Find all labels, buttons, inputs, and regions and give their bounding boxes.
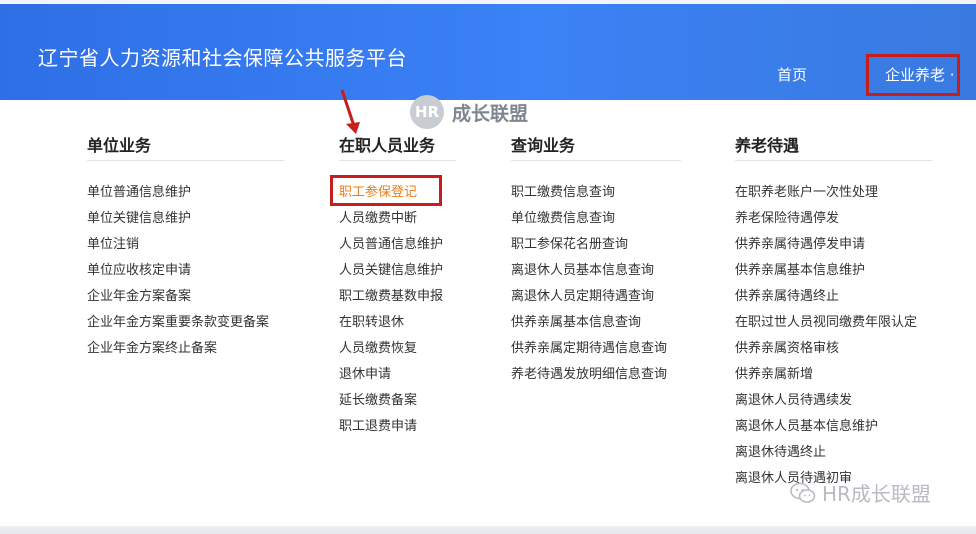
menu-list: 单位普通信息维护 单位关键信息维护 单位注销 单位应收核定申请 企业年金方案备案… <box>87 180 284 362</box>
menu-item[interactable]: 人员缴费恢复 <box>339 336 456 362</box>
menu-item[interactable]: 供养亲属资格审核 <box>735 336 932 362</box>
menu-list: 在职养老账户一次性处理 养老保险待遇停发 供养亲属待遇停发申请 供养亲属基本信息… <box>735 180 932 492</box>
menu-item[interactable]: 单位注销 <box>87 232 284 258</box>
menu-item[interactable]: 养老保险待遇停发 <box>735 206 932 232</box>
menu-item[interactable]: 供养亲属待遇停发申请 <box>735 232 932 258</box>
hr-badge-icon: HR <box>410 95 444 129</box>
menu-item[interactable]: 企业年金方案重要条款变更备案 <box>87 310 284 336</box>
menu-item[interactable]: 人员缴费中断 <box>339 206 456 232</box>
menu-item[interactable]: 职工参保花名册查询 <box>511 232 681 258</box>
watermark-text: 成长联盟 <box>452 102 529 125</box>
menu-item[interactable]: 在职转退休 <box>339 310 456 336</box>
menu-item[interactable]: 单位普通信息维护 <box>87 180 284 206</box>
menu-item[interactable]: 离退休待遇终止 <box>735 440 932 466</box>
menu-item[interactable]: 供养亲属待遇终止 <box>735 284 932 310</box>
column-heading: 查询业务 <box>511 132 681 161</box>
menu-item[interactable]: 单位应收核定申请 <box>87 258 284 284</box>
menu-item[interactable]: 离退休人员基本信息查询 <box>511 258 681 284</box>
menu-item[interactable]: 在职过世人员视同缴费年限认定 <box>735 310 932 336</box>
menu-item[interactable]: 职工缴费信息查询 <box>511 180 681 206</box>
menu-item[interactable]: 延长缴费备案 <box>339 388 456 414</box>
column-heading: 单位业务 <box>87 132 284 161</box>
menu-column-query-business: 查询业务 职工缴费信息查询 单位缴费信息查询 职工参保花名册查询 离退休人员基本… <box>511 132 681 388</box>
footer-divider <box>0 526 976 534</box>
column-heading: 养老待遇 <box>735 132 932 161</box>
header-bar: 辽宁省人力资源和社会保障公共服务平台 首页 企业养老 · <box>0 4 976 100</box>
nav-enterprise-pension-menu[interactable]: 企业养老 · <box>866 54 960 96</box>
menu-item[interactable]: 人员关键信息维护 <box>339 258 456 284</box>
menu-item[interactable]: 离退休人员定期待遇查询 <box>511 284 681 310</box>
menu-list: 职工缴费信息查询 单位缴费信息查询 职工参保花名册查询 离退休人员基本信息查询 … <box>511 180 681 388</box>
watermark-bottom: HR成长联盟 <box>790 478 931 507</box>
menu-column-unit-business: 单位业务 单位普通信息维护 单位关键信息维护 单位注销 单位应收核定申请 企业年… <box>87 132 284 362</box>
menu-item[interactable]: 离退休人员基本信息维护 <box>735 414 932 440</box>
page-title: 辽宁省人力资源和社会保障公共服务平台 <box>38 46 407 70</box>
annotation-highlight-box <box>330 175 442 206</box>
menu-item[interactable]: 退休申请 <box>339 362 456 388</box>
menu-list: 职工参保登记 人员缴费中断 人员普通信息维护 人员关键信息维护 职工缴费基数申报… <box>339 180 456 440</box>
menu-item[interactable]: 职工退费申请 <box>339 414 456 440</box>
menu-item[interactable]: 企业年金方案备案 <box>87 284 284 310</box>
nav-home-link[interactable]: 首页 <box>777 64 807 85</box>
annotation-arrow-icon <box>340 89 360 134</box>
menu-item[interactable]: 供养亲属基本信息查询 <box>511 310 681 336</box>
menu-item[interactable]: 养老待遇发放明细信息查询 <box>511 362 681 388</box>
menu-item[interactable]: 企业年金方案终止备案 <box>87 336 284 362</box>
watermark-bottom-text: HR成长联盟 <box>822 482 931 506</box>
nav-enterprise-pension-label: 企业养老 · <box>885 66 955 84</box>
watermark-logo: HR 成长联盟 <box>410 95 528 129</box>
menu-item[interactable]: 人员普通信息维护 <box>339 232 456 258</box>
wechat-icon <box>790 482 816 503</box>
menu-column-pension-benefits: 养老待遇 在职养老账户一次性处理 养老保险待遇停发 供养亲属待遇停发申请 供养亲… <box>735 132 932 492</box>
menu-item[interactable]: 供养亲属基本信息维护 <box>735 258 932 284</box>
menu-item[interactable]: 供养亲属新增 <box>735 362 932 388</box>
menu-item[interactable]: 单位缴费信息查询 <box>511 206 681 232</box>
menu-item[interactable]: 在职养老账户一次性处理 <box>735 180 932 206</box>
menu-item[interactable]: 单位关键信息维护 <box>87 206 284 232</box>
menu-item[interactable]: 职工缴费基数申报 <box>339 284 456 310</box>
menu-item[interactable]: 供养亲属定期待遇信息查询 <box>511 336 681 362</box>
menu-item[interactable]: 离退休人员待遇续发 <box>735 388 932 414</box>
column-heading: 在职人员业务 <box>339 132 456 161</box>
